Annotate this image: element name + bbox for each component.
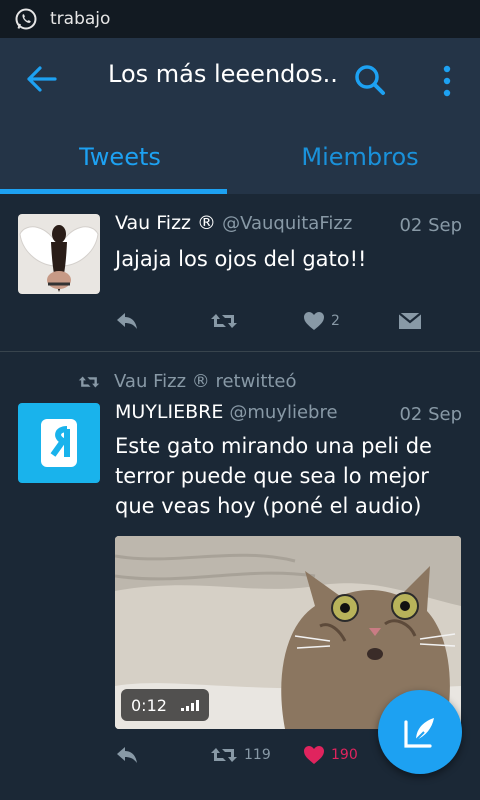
- reply-icon: [117, 747, 137, 763]
- direct-message-button[interactable]: [398, 311, 422, 331]
- tweet-actions: 2: [115, 311, 425, 341]
- tab-members[interactable]: Miembros: [240, 120, 480, 194]
- list-title: Los más leeendos..: [108, 60, 338, 88]
- more-vertical-icon[interactable]: [432, 64, 462, 98]
- tweet-text: Jajaja los ojos del gato!!: [115, 247, 367, 271]
- envelope-icon: [398, 312, 422, 329]
- compose-tweet-button[interactable]: [378, 690, 462, 774]
- retweet-icon: [211, 314, 237, 328]
- like-button[interactable]: 2: [303, 311, 340, 331]
- retweet-button[interactable]: 119: [210, 745, 271, 765]
- toolbar: Los más leeendos..: [0, 38, 480, 120]
- retweet-count: 119: [244, 747, 271, 763]
- search-icon[interactable]: [352, 62, 388, 98]
- volume-bars-icon: [180, 699, 199, 711]
- tweet-date: 02 Sep: [399, 215, 462, 236]
- retweet-button[interactable]: [210, 311, 238, 331]
- display-name: Vau Fizz ®: [115, 212, 217, 234]
- status-bar: trabajo: [0, 0, 480, 38]
- compose-tweet-icon: [404, 718, 434, 748]
- heart-icon: [304, 312, 324, 330]
- tab-bar: Tweets Miembros: [0, 120, 480, 194]
- tweet-item[interactable]: Vau Fizz ® @VauquitaFizz 02 Sep Jajaja lo…: [0, 194, 480, 352]
- retweet-icon: [78, 376, 100, 387]
- user-handle: @VauquitaFizz: [222, 213, 353, 234]
- whatsapp-icon: [15, 8, 37, 30]
- retweet-icon: [211, 748, 237, 762]
- arrow-left-icon[interactable]: [24, 64, 58, 94]
- video-duration-badge: 0:12: [121, 689, 209, 721]
- tweet-actions: 119 190: [115, 745, 425, 775]
- avatar[interactable]: [18, 214, 100, 294]
- reply-icon: [117, 313, 137, 329]
- avatar-image: [18, 214, 100, 294]
- tweet-date: 02 Sep: [399, 404, 462, 425]
- tweet-author[interactable]: MUYLIEBRE @muyliebre: [115, 401, 338, 423]
- avatar[interactable]: [18, 403, 100, 483]
- like-button[interactable]: 190: [303, 745, 358, 765]
- status-notification-text: trabajo: [50, 9, 111, 29]
- heart-icon: [304, 746, 324, 764]
- muyliebre-logo-icon: [41, 419, 77, 467]
- video-duration: 0:12: [131, 695, 167, 715]
- tweet-author[interactable]: Vau Fizz ® @VauquitaFizz: [115, 212, 352, 234]
- retweeted-by-text: Vau Fizz ® retwitteó: [114, 371, 297, 392]
- tab-tweets[interactable]: Tweets: [0, 120, 240, 194]
- like-count: 2: [331, 313, 340, 329]
- reply-button[interactable]: [115, 311, 139, 331]
- app-root: trabajo Los más leeendos.. Tweets Miembr…: [0, 0, 480, 800]
- like-count: 190: [331, 747, 358, 763]
- reply-button[interactable]: [115, 745, 139, 765]
- display-name: MUYLIEBRE: [115, 401, 224, 423]
- tweet-text: Este gato mirando una peli de terror pue…: [115, 434, 432, 518]
- retweeted-by[interactable]: Vau Fizz ® retwitteó: [78, 371, 297, 392]
- user-handle: @muyliebre: [229, 402, 338, 423]
